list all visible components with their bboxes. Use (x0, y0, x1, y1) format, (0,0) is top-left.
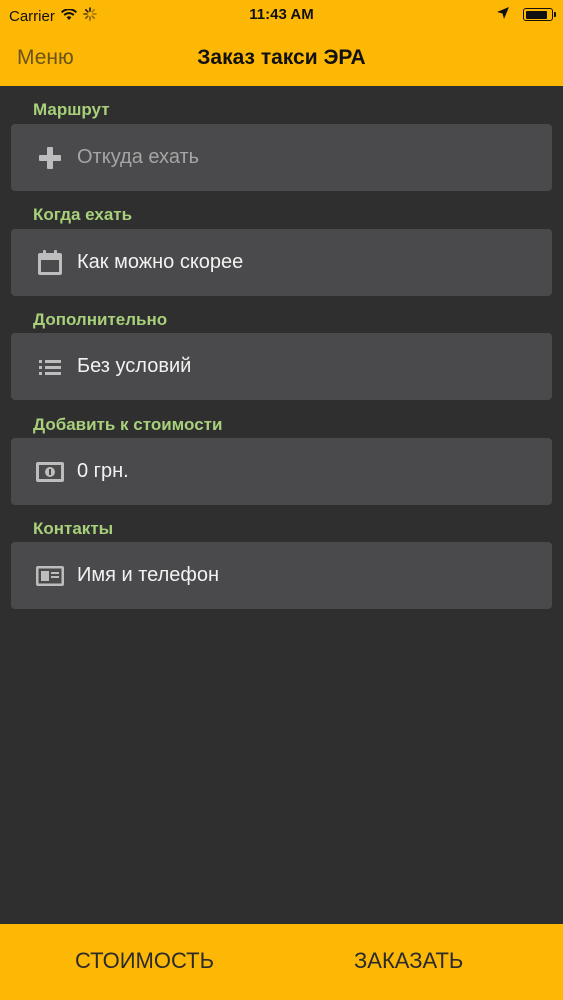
when-value: Как можно скорее (77, 251, 244, 273)
navigation-bar: Меню Заказ такси ЭРА (0, 38, 563, 78)
location-arrow-icon (497, 6, 509, 23)
battery-icon (523, 8, 556, 21)
money-icon (36, 458, 64, 486)
route-from-field[interactable]: Откуда ехать (11, 124, 552, 191)
footer-bar: СТОИМОСТЬ ЗАКАЗАТЬ (0, 924, 563, 1000)
section-label-when: Когда ехать (33, 205, 133, 224)
section-label-extra: Дополнительно (33, 310, 168, 329)
battery-level (525, 10, 547, 19)
cost-button[interactable]: СТОИМОСТЬ (75, 948, 214, 974)
contact-card-icon (36, 562, 64, 590)
status-right (497, 6, 556, 23)
calendar-icon (36, 249, 64, 277)
page-title: Заказ такси ЭРА (197, 46, 366, 69)
extra-options-field[interactable]: Без условий (11, 333, 552, 400)
route-from-placeholder: Откуда ехать (77, 146, 200, 168)
extra-options-value: Без условий (77, 355, 192, 377)
status-bar: Carrier 11:43 AM (0, 0, 563, 30)
when-field[interactable]: Как можно скорее (11, 229, 552, 296)
contacts-field[interactable]: Имя и телефон (11, 542, 552, 609)
status-time: 11:43 AM (249, 6, 314, 23)
menu-button[interactable]: Меню (17, 46, 74, 70)
section-label-contacts: Контакты (33, 519, 114, 538)
section-label-add-cost: Добавить к стоимости (33, 415, 223, 434)
header: Carrier 11:43 AM Меню Заказ такси ЭРА (0, 0, 563, 86)
contacts-value: Имя и телефон (77, 564, 220, 586)
order-button[interactable]: ЗАКАЗАТЬ (354, 948, 463, 974)
plus-icon (36, 144, 64, 172)
add-cost-field[interactable]: 0 грн. (11, 438, 552, 505)
list-icon (36, 353, 64, 381)
section-label-route: Маршрут (33, 100, 110, 119)
add-cost-value: 0 грн. (77, 460, 129, 482)
